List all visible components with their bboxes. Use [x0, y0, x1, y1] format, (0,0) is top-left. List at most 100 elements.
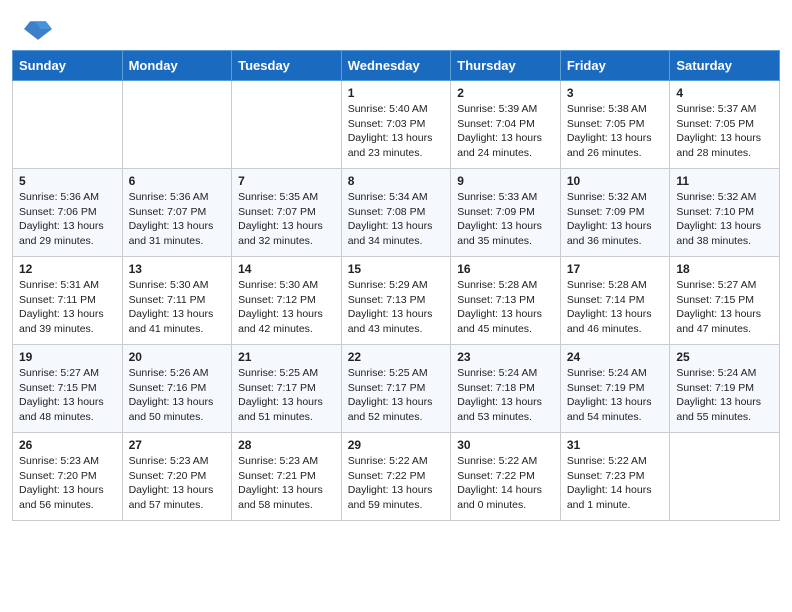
weekday-header-thursday: Thursday — [451, 51, 561, 81]
calendar-cell: 28 Sunrise: 5:23 AM Sunset: 7:21 PM Dayli… — [232, 433, 342, 521]
day-number: 24 — [567, 350, 664, 364]
calendar-table: SundayMondayTuesdayWednesdayThursdayFrid… — [12, 50, 780, 521]
day-number: 26 — [19, 438, 116, 452]
day-detail: Sunrise: 5:26 AM Sunset: 7:16 PM Dayligh… — [129, 366, 226, 425]
week-row-4: 26 Sunrise: 5:23 AM Sunset: 7:20 PM Dayli… — [13, 433, 780, 521]
calendar-cell: 15 Sunrise: 5:29 AM Sunset: 7:13 PM Dayli… — [341, 257, 451, 345]
calendar-cell — [13, 81, 123, 169]
calendar-cell: 13Sunrise: 5:30 AM Sunset: 7:11 PM Dayli… — [122, 257, 232, 345]
weekday-header-monday: Monday — [122, 51, 232, 81]
calendar-cell: 2Sunrise: 5:39 AM Sunset: 7:04 PM Daylig… — [451, 81, 561, 169]
calendar-cell: 27 Sunrise: 5:23 AM Sunset: 7:20 PM Dayli… — [122, 433, 232, 521]
day-number: 3 — [567, 86, 664, 100]
day-detail: Sunrise: 5:22 AM Sunset: 7:22 PM Dayligh… — [457, 454, 554, 513]
calendar-container: SundayMondayTuesdayWednesdayThursdayFrid… — [0, 50, 792, 533]
day-number: 7 — [238, 174, 335, 188]
weekday-header-saturday: Saturday — [670, 51, 780, 81]
day-number: 30 — [457, 438, 554, 452]
calendar-cell: 22 Sunrise: 5:25 AM Sunset: 7:17 PM Dayli… — [341, 345, 451, 433]
day-number: 19 — [19, 350, 116, 364]
logo — [24, 18, 56, 40]
calendar-header: SundayMondayTuesdayWednesdayThursdayFrid… — [13, 51, 780, 81]
day-number: 9 — [457, 174, 554, 188]
week-row-2: 12 Sunrise: 5:31 AM Sunset: 7:11 PM Dayli… — [13, 257, 780, 345]
day-number: 23 — [457, 350, 554, 364]
day-detail: Sunrise: 5:36 AM Sunset: 7:07 PM Dayligh… — [129, 190, 226, 249]
day-detail: Sunrise: 5:32 AM Sunset: 7:10 PM Dayligh… — [676, 190, 773, 249]
weekday-header-tuesday: Tuesday — [232, 51, 342, 81]
day-number: 12 — [19, 262, 116, 276]
calendar-cell: 9 Sunrise: 5:33 AM Sunset: 7:09 PM Daylig… — [451, 169, 561, 257]
calendar-body: 1 Sunrise: 5:40 AM Sunset: 7:03 PM Daylig… — [13, 81, 780, 521]
day-number: 6 — [129, 174, 226, 188]
calendar-cell: 8 Sunrise: 5:34 AM Sunset: 7:08 PM Daylig… — [341, 169, 451, 257]
day-number: 21 — [238, 350, 335, 364]
day-number: 28 — [238, 438, 335, 452]
calendar-cell — [232, 81, 342, 169]
day-number: 5 — [19, 174, 116, 188]
calendar-cell: 24Sunrise: 5:24 AM Sunset: 7:19 PM Dayli… — [560, 345, 670, 433]
day-detail: Sunrise: 5:23 AM Sunset: 7:20 PM Dayligh… — [129, 454, 226, 513]
day-number: 14 — [238, 262, 335, 276]
day-detail: Sunrise: 5:38 AM Sunset: 7:05 PM Dayligh… — [567, 102, 664, 161]
day-detail: Sunrise: 5:30 AM Sunset: 7:12 PM Dayligh… — [238, 278, 335, 337]
calendar-cell: 10Sunrise: 5:32 AM Sunset: 7:09 PM Dayli… — [560, 169, 670, 257]
calendar-cell — [122, 81, 232, 169]
day-number: 17 — [567, 262, 664, 276]
calendar-cell: 16Sunrise: 5:28 AM Sunset: 7:13 PM Dayli… — [451, 257, 561, 345]
day-detail: Sunrise: 5:23 AM Sunset: 7:21 PM Dayligh… — [238, 454, 335, 513]
day-detail: Sunrise: 5:24 AM Sunset: 7:19 PM Dayligh… — [676, 366, 773, 425]
day-detail: Sunrise: 5:29 AM Sunset: 7:13 PM Dayligh… — [348, 278, 445, 337]
calendar-cell: 26 Sunrise: 5:23 AM Sunset: 7:20 PM Dayli… — [13, 433, 123, 521]
day-number: 29 — [348, 438, 445, 452]
calendar-cell: 30 Sunrise: 5:22 AM Sunset: 7:22 PM Dayli… — [451, 433, 561, 521]
calendar-cell: 23 Sunrise: 5:24 AM Sunset: 7:18 PM Dayli… — [451, 345, 561, 433]
day-number: 31 — [567, 438, 664, 452]
day-number: 1 — [348, 86, 445, 100]
week-row-3: 19 Sunrise: 5:27 AM Sunset: 7:15 PM Dayli… — [13, 345, 780, 433]
calendar-cell: 1 Sunrise: 5:40 AM Sunset: 7:03 PM Daylig… — [341, 81, 451, 169]
calendar-cell: 31 Sunrise: 5:22 AM Sunset: 7:23 PM Dayli… — [560, 433, 670, 521]
day-detail: Sunrise: 5:40 AM Sunset: 7:03 PM Dayligh… — [348, 102, 445, 161]
page-header — [0, 0, 792, 50]
calendar-cell: 14 Sunrise: 5:30 AM Sunset: 7:12 PM Dayli… — [232, 257, 342, 345]
day-detail: Sunrise: 5:28 AM Sunset: 7:13 PM Dayligh… — [457, 278, 554, 337]
day-detail: Sunrise: 5:23 AM Sunset: 7:20 PM Dayligh… — [19, 454, 116, 513]
day-number: 15 — [348, 262, 445, 276]
day-detail: Sunrise: 5:22 AM Sunset: 7:22 PM Dayligh… — [348, 454, 445, 513]
day-detail: Sunrise: 5:27 AM Sunset: 7:15 PM Dayligh… — [676, 278, 773, 337]
day-number: 18 — [676, 262, 773, 276]
day-number: 25 — [676, 350, 773, 364]
day-detail: Sunrise: 5:25 AM Sunset: 7:17 PM Dayligh… — [238, 366, 335, 425]
day-number: 27 — [129, 438, 226, 452]
week-row-1: 5Sunrise: 5:36 AM Sunset: 7:06 PM Daylig… — [13, 169, 780, 257]
day-number: 4 — [676, 86, 773, 100]
day-detail: Sunrise: 5:25 AM Sunset: 7:17 PM Dayligh… — [348, 366, 445, 425]
day-detail: Sunrise: 5:28 AM Sunset: 7:14 PM Dayligh… — [567, 278, 664, 337]
calendar-cell: 5Sunrise: 5:36 AM Sunset: 7:06 PM Daylig… — [13, 169, 123, 257]
day-detail: Sunrise: 5:22 AM Sunset: 7:23 PM Dayligh… — [567, 454, 664, 513]
day-detail: Sunrise: 5:24 AM Sunset: 7:18 PM Dayligh… — [457, 366, 554, 425]
day-number: 8 — [348, 174, 445, 188]
day-number: 11 — [676, 174, 773, 188]
calendar-cell: 21 Sunrise: 5:25 AM Sunset: 7:17 PM Dayli… — [232, 345, 342, 433]
calendar-cell — [670, 433, 780, 521]
day-number: 10 — [567, 174, 664, 188]
calendar-cell: 4Sunrise: 5:37 AM Sunset: 7:05 PM Daylig… — [670, 81, 780, 169]
logo-icon — [24, 18, 52, 40]
calendar-cell: 6 Sunrise: 5:36 AM Sunset: 7:07 PM Daylig… — [122, 169, 232, 257]
weekday-header-friday: Friday — [560, 51, 670, 81]
weekday-header-wednesday: Wednesday — [341, 51, 451, 81]
calendar-cell: 18 Sunrise: 5:27 AM Sunset: 7:15 PM Dayli… — [670, 257, 780, 345]
day-detail: Sunrise: 5:31 AM Sunset: 7:11 PM Dayligh… — [19, 278, 116, 337]
day-detail: Sunrise: 5:30 AM Sunset: 7:11 PM Dayligh… — [129, 278, 226, 337]
day-detail: Sunrise: 5:27 AM Sunset: 7:15 PM Dayligh… — [19, 366, 116, 425]
day-detail: Sunrise: 5:33 AM Sunset: 7:09 PM Dayligh… — [457, 190, 554, 249]
day-detail: Sunrise: 5:39 AM Sunset: 7:04 PM Dayligh… — [457, 102, 554, 161]
day-number: 22 — [348, 350, 445, 364]
day-detail: Sunrise: 5:34 AM Sunset: 7:08 PM Dayligh… — [348, 190, 445, 249]
week-row-0: 1 Sunrise: 5:40 AM Sunset: 7:03 PM Daylig… — [13, 81, 780, 169]
calendar-cell: 19 Sunrise: 5:27 AM Sunset: 7:15 PM Dayli… — [13, 345, 123, 433]
calendar-cell: 29 Sunrise: 5:22 AM Sunset: 7:22 PM Dayli… — [341, 433, 451, 521]
calendar-cell: 11 Sunrise: 5:32 AM Sunset: 7:10 PM Dayli… — [670, 169, 780, 257]
